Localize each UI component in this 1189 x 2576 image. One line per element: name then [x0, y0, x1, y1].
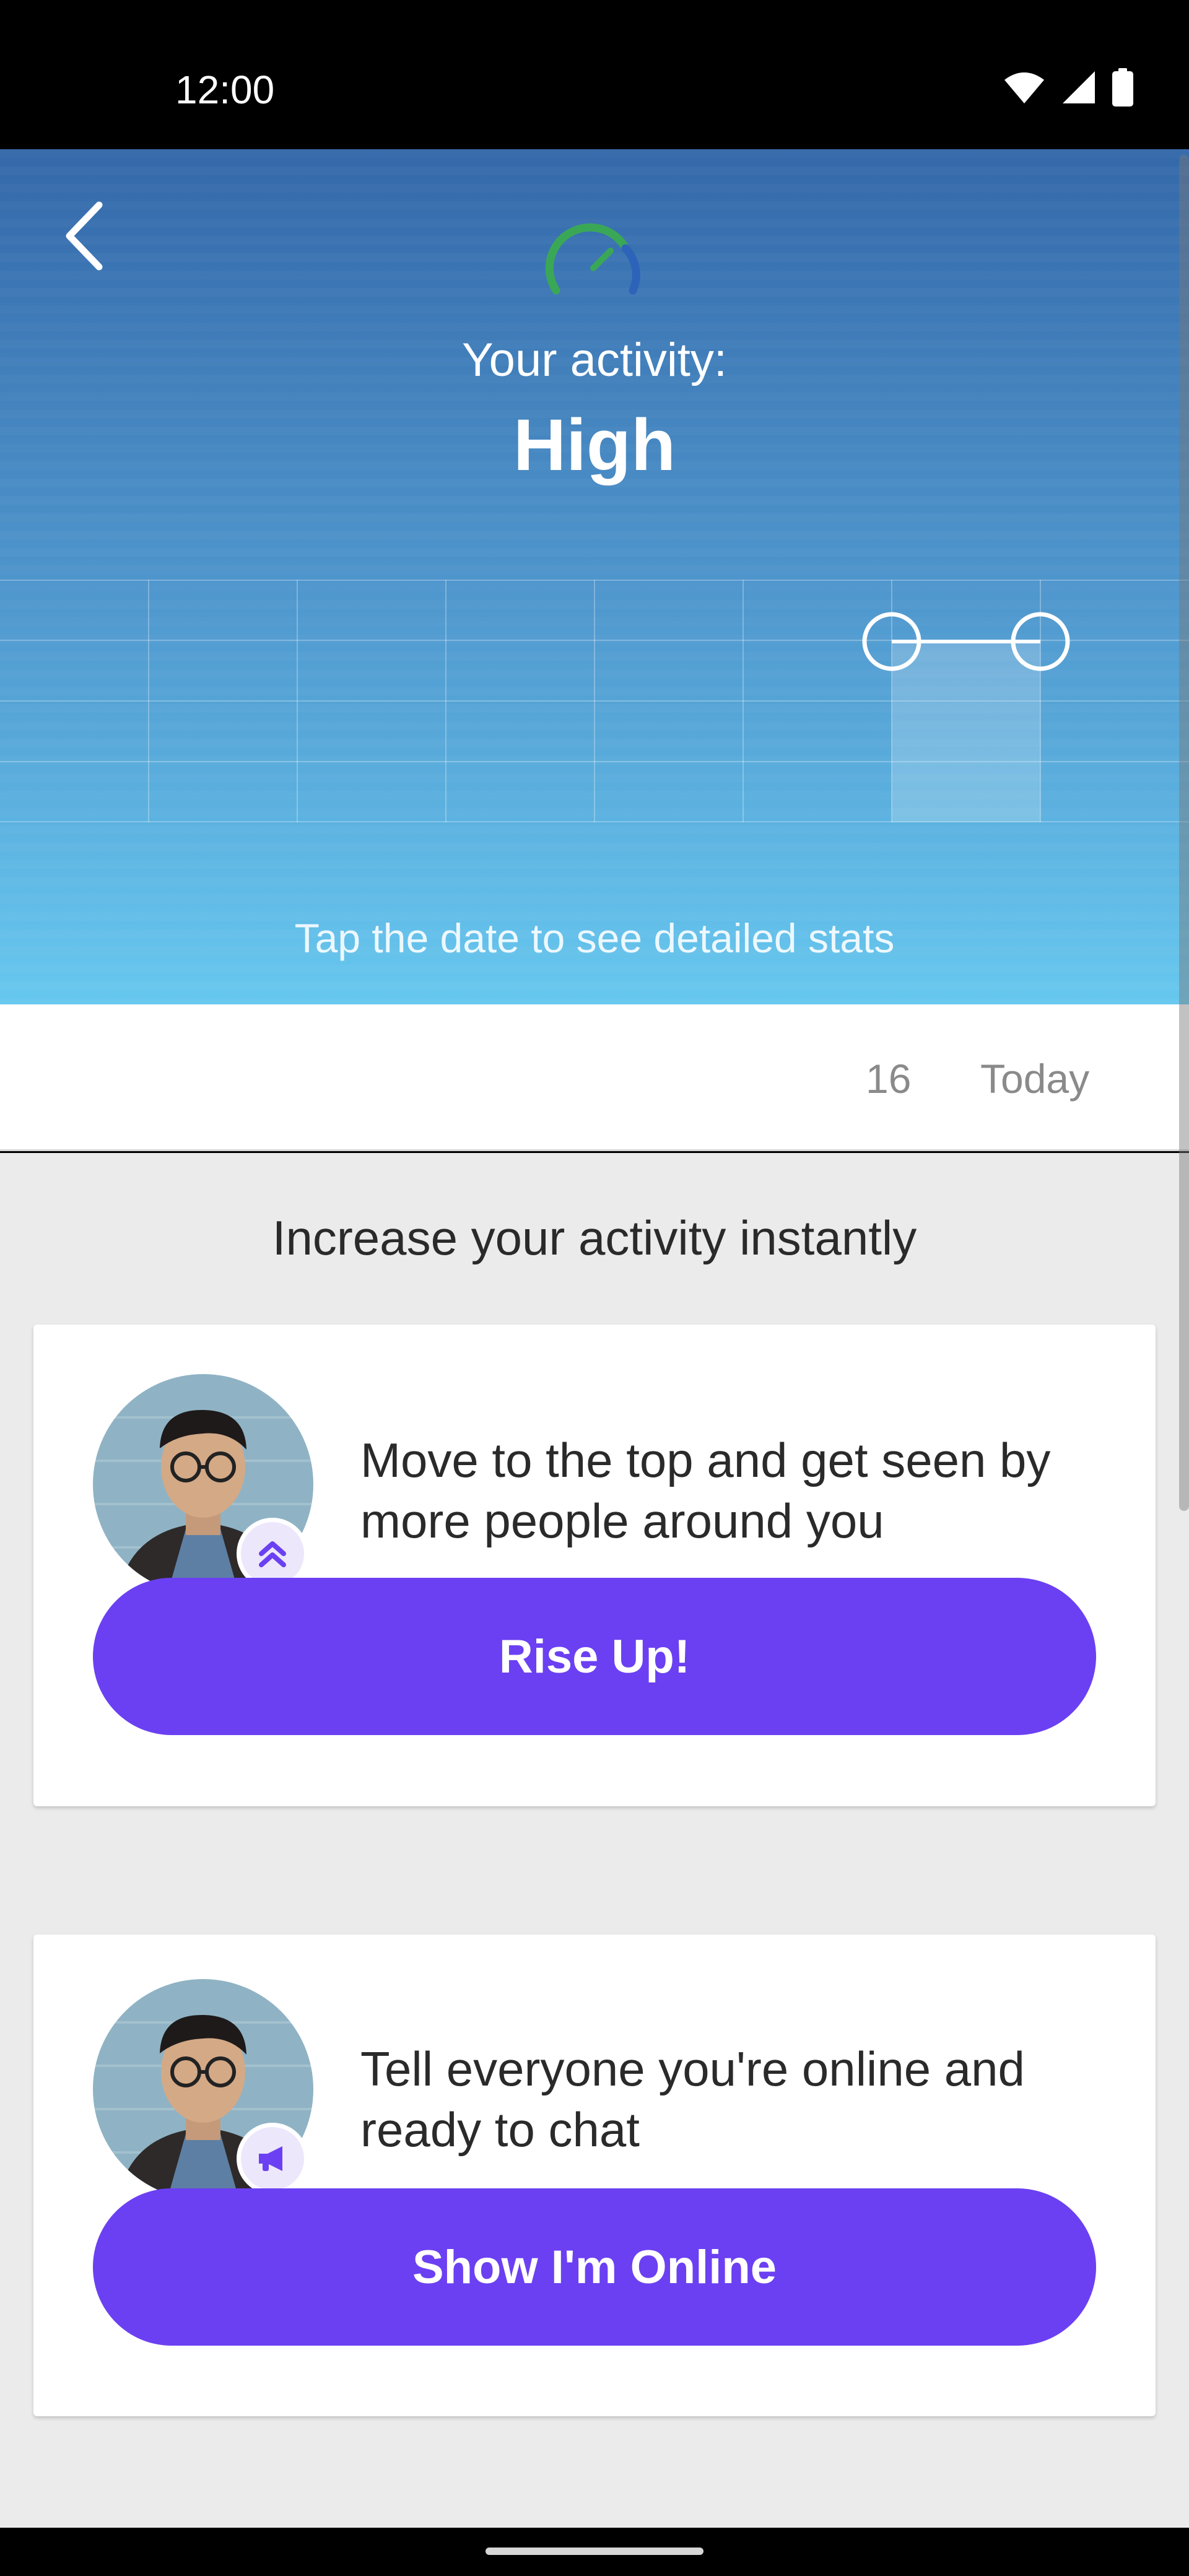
boost-section: Increase your activity instantly Move to…: [0, 1153, 1189, 2528]
chevron-left-icon: [66, 201, 103, 271]
navigation-bar: [0, 2528, 1189, 2576]
megaphone-icon: [259, 2146, 282, 2171]
status-time: 12:00: [175, 67, 275, 112]
rise-up-card: Move to the top and get seen by more peo…: [33, 1325, 1156, 1806]
section-title: Increase your activity instantly: [272, 1211, 917, 1265]
activity-chart[interactable]: [0, 580, 1189, 822]
activity-label: Your activity:: [461, 334, 728, 386]
show-online-card: Tell everyone you're online and ready to…: [33, 1934, 1156, 2416]
date-selector: 16 Today: [0, 1004, 1189, 1151]
show-online-button[interactable]: Show I'm Online: [93, 2188, 1096, 2346]
activity-level: High: [513, 404, 676, 486]
battery-icon: [1112, 68, 1133, 107]
home-gesture-pill[interactable]: [486, 2548, 703, 2555]
card-description: Tell everyone you're online and ready to…: [360, 2042, 1025, 2157]
card-description: Move to the top and get seen by more peo…: [360, 1433, 1051, 1548]
wifi-icon: [1004, 72, 1044, 103]
status-bar: 12:00: [0, 0, 1189, 149]
activity-header: Your activity: High Tap the date to see …: [0, 149, 1189, 1004]
date-item-16[interactable]: 16: [866, 1055, 911, 1102]
status-icons: [1003, 68, 1133, 107]
rise-up-button[interactable]: Rise Up!: [93, 1578, 1096, 1735]
back-button[interactable]: [56, 199, 118, 273]
scrollbar[interactable]: [1179, 155, 1189, 1511]
speedometer-icon: [545, 223, 640, 295]
selected-range-highlight: [892, 642, 1040, 822]
signal-icon: [1063, 71, 1095, 103]
badge: [237, 2123, 308, 2195]
tap-hint: Tap the date to see detailed stats: [294, 915, 895, 961]
double-chevron-up-icon: [259, 1541, 286, 1567]
date-item-today[interactable]: Today: [980, 1055, 1089, 1102]
